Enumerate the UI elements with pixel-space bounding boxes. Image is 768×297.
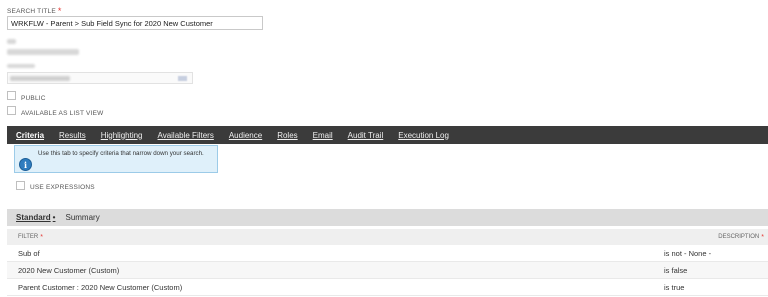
info-icon: i: [19, 158, 32, 171]
tab-summary[interactable]: Summary: [65, 213, 99, 222]
tab-results[interactable]: Results: [59, 131, 86, 140]
redacted-select-field[interactable]: [7, 72, 193, 84]
tab-audit-trail[interactable]: Audit Trail: [348, 131, 384, 140]
description-cell: is false: [664, 266, 688, 275]
tab-criteria[interactable]: Criteria: [16, 131, 44, 140]
tab-highlighting[interactable]: Highlighting: [101, 131, 143, 140]
table-row[interactable]: Sub of is not - None -: [7, 245, 768, 262]
tab-standard[interactable]: Standard •: [16, 213, 55, 222]
search-title-label: SEARCH TITLE *: [7, 6, 62, 16]
public-checkbox[interactable]: [7, 91, 16, 100]
use-expressions-label: USE EXPRESSIONS: [30, 184, 95, 191]
table-row[interactable]: Parent Customer : 2020 New Customer (Cus…: [7, 279, 768, 296]
help-tooltip: i Use this tab to specify criteria that …: [14, 145, 218, 173]
tab-audience[interactable]: Audience: [229, 131, 262, 140]
tab-roles[interactable]: Roles: [277, 131, 297, 140]
subtab-bar: Criteria Results Highlighting Available …: [7, 126, 768, 144]
criteria-table-header: FILTER * DESCRIPTION *: [7, 229, 768, 245]
tooltip-text: Use this tab to specify criteria that na…: [38, 150, 204, 157]
available-as-list-view-checkbox[interactable]: [7, 106, 16, 115]
redacted-value: [10, 76, 70, 81]
tab-available-filters[interactable]: Available Filters: [158, 131, 214, 140]
criteria-subtabs: Standard • Summary: [7, 209, 768, 226]
search-title-input[interactable]: WRKFLW - Parent > Sub Field Sync for 202…: [7, 16, 263, 30]
filter-cell: Parent Customer : 2020 New Customer (Cus…: [18, 283, 183, 292]
description-column-header: DESCRIPTION *: [718, 234, 764, 241]
public-label: PUBLIC: [21, 95, 46, 102]
table-row[interactable]: 2020 New Customer (Custom) is false: [7, 262, 768, 279]
filter-column-header: FILTER *: [18, 234, 43, 241]
redacted-value: [7, 49, 79, 55]
redacted-label: [7, 39, 16, 44]
filter-cell: 2020 New Customer (Custom): [18, 266, 120, 275]
description-cell: is true: [664, 283, 685, 292]
required-marker: *: [57, 6, 62, 16]
tab-execution-log[interactable]: Execution Log: [398, 131, 449, 140]
use-expressions-checkbox[interactable]: [16, 181, 25, 190]
description-cell: is not - None -: [664, 249, 712, 258]
dropdown-icon: [178, 76, 187, 81]
redacted-label: [7, 64, 35, 68]
tab-email[interactable]: Email: [313, 131, 333, 140]
filter-cell: Sub of: [18, 249, 40, 258]
available-as-list-view-label: AVAILABLE AS LIST VIEW: [21, 110, 104, 117]
